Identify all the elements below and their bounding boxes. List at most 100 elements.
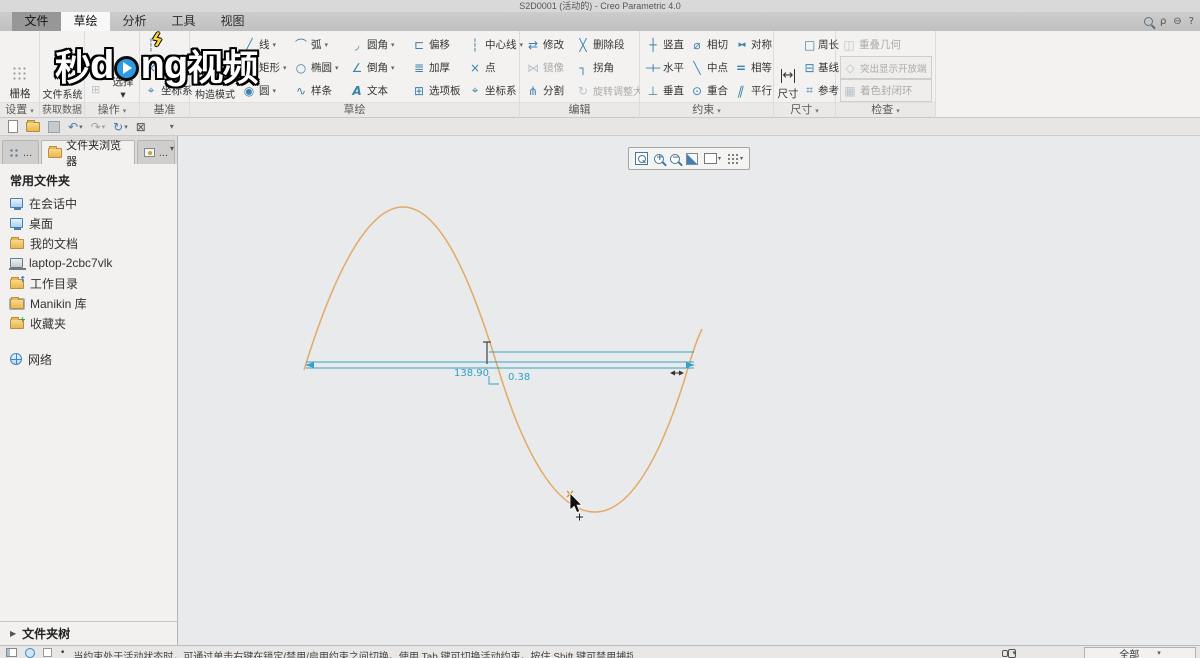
mouse-cursor-icon [569, 492, 583, 521]
horizontal-constraint-button[interactable]: ┼ 水平 [644, 56, 688, 79]
perpendicular-constraint-button[interactable]: ⊥ 垂直 [644, 79, 688, 102]
text-button[interactable]: A 文本 [348, 79, 410, 102]
new-file-button[interactable] [8, 120, 18, 133]
csys-button[interactable]: ⌖ 坐标系 [466, 79, 528, 102]
midpoint-constraint-button[interactable]: ╲ 中点 [688, 56, 732, 79]
window-controls: ρ ⊖ ? [1143, 14, 1194, 29]
sketcher-display-button[interactable]: ▾ [727, 152, 743, 165]
datum-centerline-button[interactable]: ┆ [142, 33, 160, 56]
tab-tools[interactable]: 工具 [159, 12, 208, 31]
modify-button[interactable]: ⇄ 修改 [524, 33, 574, 56]
group-edit-label: 编辑 [568, 104, 591, 116]
toolbar-overflow-button[interactable]: ▾ [170, 119, 174, 135]
tab-model-tree[interactable]: ... [2, 140, 40, 164]
regenerate-button[interactable]: ↻ ▾ [113, 119, 128, 135]
folder-item-computer[interactable]: laptop-2cbc7vlk [0, 253, 177, 273]
tab-analysis[interactable]: 分析 [110, 12, 159, 31]
offset-button[interactable]: ⊏ 偏移 [410, 33, 466, 56]
group-inspect-label[interactable]: 检查 ▾ [836, 103, 935, 118]
undo-button[interactable]: ↶ ▾ [68, 119, 83, 135]
arc-button[interactable]: ⌒ 弧 ▾ [292, 33, 348, 56]
folder-item-desktop[interactable]: 桌面 [0, 213, 177, 233]
folder-item-working-directory[interactable]: ↑ 工作目录 [0, 273, 177, 293]
navigator-options-caret[interactable]: ▾ [170, 144, 174, 153]
tab-view[interactable]: 视图 [208, 12, 257, 31]
group-settings-label[interactable]: 设置 ▾ [0, 103, 39, 118]
close-window-button[interactable]: ⊠ [136, 119, 146, 135]
corner-button[interactable]: ┐ 拐角 [574, 56, 640, 79]
symmetric-constraint-button[interactable]: ▸◂ 对称 [732, 33, 776, 56]
folder-tree-bar[interactable]: ▶ 文件夹树 [0, 621, 177, 645]
spline-button[interactable]: ∿ 样条 [292, 79, 348, 102]
fillet-button[interactable]: ◞ 圆角 ▾ [348, 33, 410, 56]
chamfer-button[interactable]: ∠ 倒角 ▾ [348, 56, 410, 79]
equal-constraint-button[interactable]: = 相等 [732, 56, 776, 79]
web-icon[interactable] [25, 648, 35, 658]
zoom-out-button[interactable]: − [670, 153, 680, 164]
undo-icon: ↶ [68, 119, 79, 134]
minimize-ribbon-icon[interactable]: ⊖ [1173, 14, 1181, 29]
chevron-down-icon: ▾ [30, 108, 34, 115]
folder-item-network[interactable]: 网络 [0, 349, 177, 369]
display-style-icon [704, 153, 717, 164]
line-button[interactable]: ╱ 线 ▾ [240, 33, 292, 56]
delete-segment-button[interactable]: ╳ 删除段 [574, 33, 640, 56]
folder-item-my-documents[interactable]: 我的文档 [0, 233, 177, 253]
refit-button[interactable] [635, 152, 648, 165]
group-dimension-label[interactable]: 尺寸 ▾ [774, 103, 835, 118]
dim-drag-handle[interactable] [483, 341, 491, 364]
spline-curve[interactable] [303, 206, 703, 513]
sketch-canvas-area[interactable]: + − ▾ ▾ 138.90 0.38 [178, 136, 1200, 645]
dim-length-value[interactable]: 138.90 [454, 368, 489, 379]
dim-aux-value[interactable]: 0.38 [508, 372, 530, 383]
sketch-drawing[interactable]: 138.90 0.38 [178, 136, 1200, 645]
find-icon[interactable] [1002, 649, 1017, 658]
panel-toggle-icon[interactable] [6, 648, 17, 657]
centerline-button[interactable]: ┆ 中心线 ▾ [466, 33, 528, 56]
coincident-constraint-button[interactable]: ⊙ 重合 [688, 79, 732, 102]
status-right-controls: ▾ 全部 ▾ [1002, 647, 1196, 658]
tab-folder-browser[interactable]: 文件夹浏览器 [41, 140, 135, 168]
file-system-button[interactable]: 文件系统 [41, 39, 84, 101]
datum-csys-button[interactable]: ⌖ 坐标系 [142, 79, 195, 102]
display-style-button[interactable]: ▾ [704, 153, 721, 164]
resource-icon[interactable]: ρ [1160, 14, 1166, 29]
tab-file[interactable]: 文件 [12, 12, 61, 31]
parallel-constraint-button[interactable]: ∥ 平行 [732, 79, 776, 102]
checkbox-icon[interactable] [43, 648, 52, 657]
circle-button[interactable]: ◉ 圆 ▾ [240, 79, 292, 102]
help-icon[interactable]: ? [1189, 14, 1194, 29]
rectangle-button[interactable]: ▭ 矩形 ▾ [240, 56, 292, 79]
repaint-button[interactable] [686, 152, 698, 165]
palette-button[interactable]: ⊞ 选项板 [410, 79, 466, 102]
grid-settings-button[interactable]: 栅格 [4, 39, 36, 101]
group-operations-label[interactable]: 操作 ▾ [85, 103, 139, 118]
tab-sketch[interactable]: 草绘 [61, 12, 110, 31]
folder-item-in-session[interactable]: 在会话中 [0, 193, 177, 213]
dim-handle-arrows-icon[interactable] [670, 370, 684, 376]
zoom-in-button[interactable]: + [654, 153, 664, 164]
ellipse-button[interactable]: ○ 椭圆 ▾ [292, 56, 348, 79]
open-file-button[interactable] [26, 119, 40, 132]
save-icon [48, 120, 60, 133]
refit-icon [635, 152, 648, 165]
point-button[interactable]: × 点 [466, 56, 528, 79]
laptop-icon [9, 258, 26, 270]
shade-closed-loops-button: ▦ 着色封闭环 [840, 79, 932, 102]
command-search-icon[interactable] [1143, 17, 1153, 26]
dimension-button[interactable]: ↔ 尺寸 [775, 37, 801, 101]
redo-button[interactable]: ↷ ▾ [91, 119, 106, 135]
datum-point-button[interactable]: × [142, 56, 160, 79]
folder-item-manikin-library[interactable]: Manikin 库 [0, 293, 177, 313]
group-constrain-label[interactable]: 约束 ▾ [640, 103, 773, 118]
folder-item-favorites[interactable]: + 收藏夹 [0, 313, 177, 333]
thicken-button[interactable]: ≣ 加厚 [410, 56, 466, 79]
select-button[interactable]: 选择 ▾ [109, 39, 137, 101]
construction-mode-button[interactable]: 构造模式 [192, 39, 238, 101]
tangent-constraint-button[interactable]: ⌀ 相切 [688, 33, 732, 56]
divide-button[interactable]: ⋔ 分割 [524, 79, 574, 102]
vertical-constraint-button[interactable]: ┼ 竖直 [644, 33, 688, 56]
file-system-label: 文件系统 [42, 90, 83, 101]
filter-dropdown[interactable]: 全部 ▾ [1084, 647, 1196, 658]
chevron-down-icon: ▾ [391, 63, 395, 72]
